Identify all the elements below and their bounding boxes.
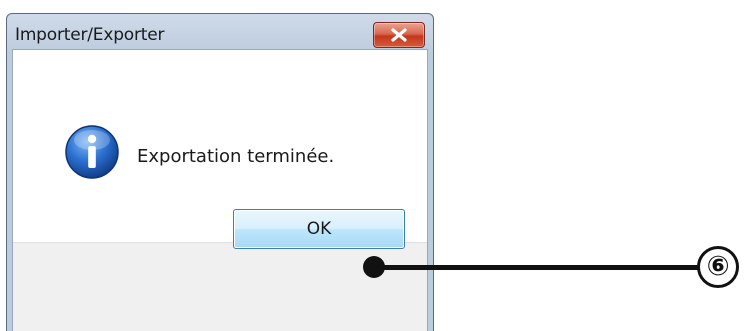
callout-number-badge: ⑥: [697, 246, 739, 288]
callout-line: [374, 265, 700, 270]
window-title: Importer/Exporter: [15, 25, 165, 45]
dialog-client-area: Exportation terminée.: [12, 49, 428, 331]
ok-button[interactable]: OK: [233, 209, 405, 249]
message-dialog: Importer/Exporter Exportation terminée.: [6, 13, 434, 331]
info-icon: [65, 125, 119, 179]
message-text: Exportation terminée.: [137, 146, 335, 167]
close-icon: [391, 28, 407, 42]
close-button[interactable]: [373, 22, 425, 48]
